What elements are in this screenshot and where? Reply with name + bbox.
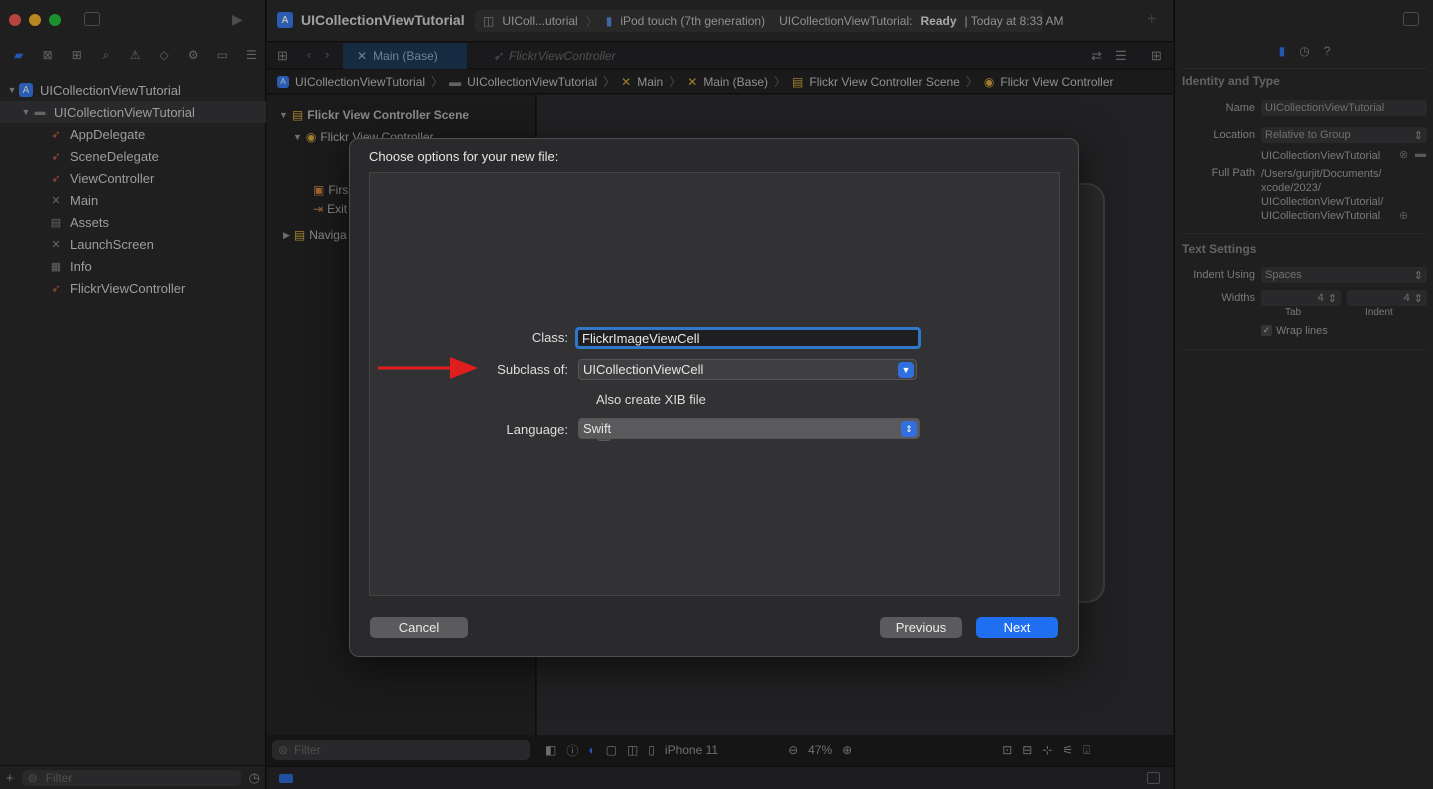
next-button[interactable]: Next — [976, 617, 1058, 638]
new-file-options-sheet: Choose options for your new file: Class:… — [349, 138, 1079, 657]
language-value: Swift — [583, 421, 612, 436]
chevron-updown-icon[interactable]: ⇕ — [901, 421, 917, 437]
language-label: Language: — [506, 422, 568, 437]
subclass-combo-box[interactable]: UICollectionViewCell ▼ — [578, 359, 917, 380]
class-name-value: FlickrImageViewCell — [582, 330, 700, 346]
previous-button[interactable]: Previous — [880, 617, 962, 638]
options-panel: Class: FlickrImageViewCell Subclass of: … — [369, 172, 1060, 596]
arrow-head — [450, 357, 478, 379]
language-select[interactable]: Swift ⇕ — [578, 418, 920, 439]
annotation-arrow-icon — [378, 357, 478, 379]
chevron-down-icon[interactable]: ▼ — [898, 362, 914, 378]
class-name-field[interactable]: FlickrImageViewCell — [575, 327, 921, 349]
create-xib-label: Also create XIB file — [596, 392, 706, 407]
subclass-value: UICollectionViewCell — [583, 362, 704, 377]
sheet-title: Choose options for your new file: — [369, 149, 559, 164]
class-label: Class: — [531, 330, 568, 345]
cancel-button[interactable]: Cancel — [370, 617, 468, 638]
